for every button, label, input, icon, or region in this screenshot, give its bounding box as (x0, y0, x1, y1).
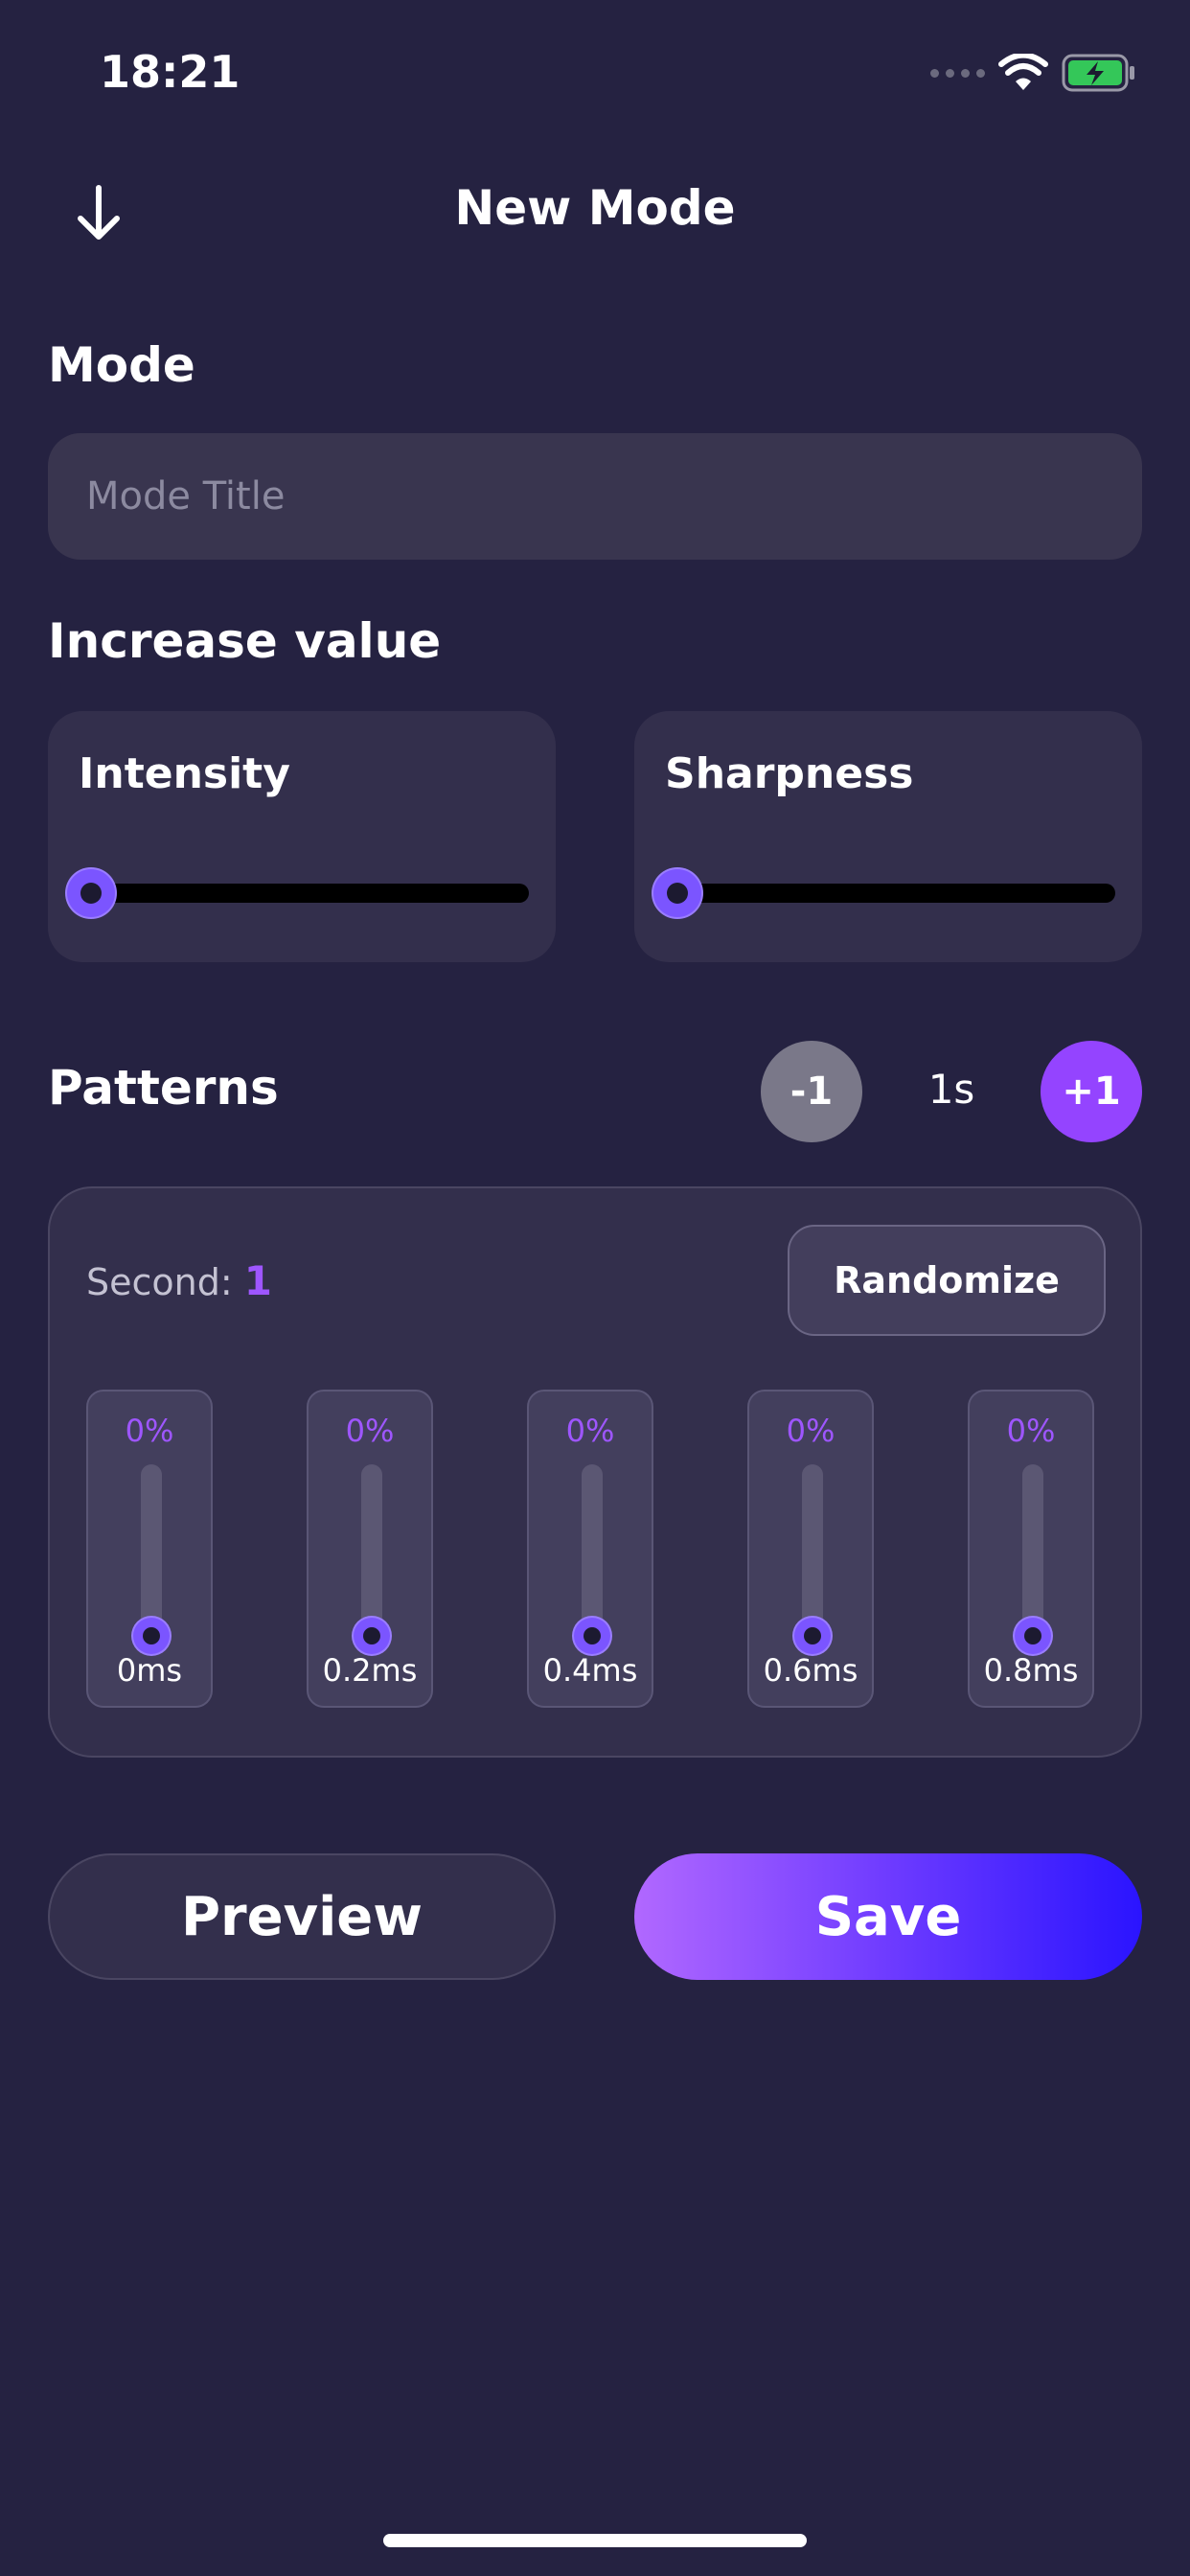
second-indicator: Second: 1 (86, 1257, 272, 1304)
intensity-label: Intensity (79, 749, 290, 798)
pattern-slider-knob[interactable] (133, 1618, 170, 1654)
sharpness-label: Sharpness (665, 749, 914, 798)
pattern-slider-track[interactable] (802, 1464, 823, 1637)
pattern-column[interactable]: 0% 0ms (86, 1390, 213, 1708)
intensity-card: Intensity (48, 711, 556, 962)
save-button[interactable]: Save (634, 1853, 1142, 1980)
pattern-slider-knob[interactable] (354, 1618, 390, 1654)
mode-title-input[interactable] (48, 433, 1142, 560)
pattern-slider-track[interactable] (361, 1464, 382, 1637)
battery-charging-icon (1062, 54, 1134, 92)
pattern-card: Second: 1 Randomize 0% 0ms 0% 0.2ms 0% 0… (48, 1186, 1142, 1758)
pattern-percent: 0% (565, 1413, 615, 1449)
randomize-button[interactable]: Randomize (788, 1225, 1106, 1336)
pattern-time: 0ms (116, 1652, 183, 1689)
pattern-slider-knob[interactable] (1015, 1618, 1051, 1654)
preview-button[interactable]: Preview (48, 1853, 556, 1980)
intensity-slider-track[interactable] (67, 869, 529, 917)
pattern-column[interactable]: 0% 0.8ms (968, 1390, 1094, 1708)
home-indicator[interactable] (383, 2534, 807, 2547)
decrease-duration-button[interactable]: -1 (761, 1041, 862, 1142)
sharpness-slider-track[interactable] (653, 869, 1115, 917)
pattern-column[interactable]: 0% 0.4ms (527, 1390, 653, 1708)
pattern-column[interactable]: 0% 0.2ms (307, 1390, 433, 1708)
patterns-label: Patterns (48, 1060, 279, 1116)
increase-duration-button[interactable]: +1 (1041, 1041, 1142, 1142)
sharpness-card: Sharpness (634, 711, 1142, 962)
second-label: Second: (86, 1261, 233, 1303)
pattern-time: 0.2ms (322, 1652, 418, 1689)
signal-dots-icon (930, 68, 985, 78)
pattern-slider-track[interactable] (582, 1464, 603, 1637)
pattern-slider-track[interactable] (141, 1464, 162, 1637)
pattern-time: 0.6ms (763, 1652, 858, 1689)
pattern-percent: 0% (1006, 1413, 1056, 1449)
sharpness-slider-knob[interactable] (653, 869, 701, 917)
increase-value-label: Increase value (48, 613, 442, 669)
pattern-time: 0.4ms (542, 1652, 638, 1689)
page-title: New Mode (454, 180, 736, 236)
pattern-slider-knob[interactable] (574, 1618, 610, 1654)
pattern-slider-track[interactable] (1022, 1464, 1043, 1637)
pattern-time: 0.8ms (983, 1652, 1079, 1689)
pattern-percent: 0% (125, 1413, 174, 1449)
wifi-icon (998, 54, 1048, 90)
pattern-column[interactable]: 0% 0.6ms (747, 1390, 874, 1708)
duration-value: 1s (927, 1066, 975, 1113)
status-time: 18:21 (100, 46, 240, 98)
pattern-percent: 0% (786, 1413, 835, 1449)
second-value: 1 (243, 1257, 272, 1304)
intensity-slider-knob[interactable] (67, 869, 115, 917)
status-icons (930, 54, 1136, 92)
mode-label: Mode (48, 337, 195, 393)
pattern-percent: 0% (345, 1413, 395, 1449)
pattern-slider-knob[interactable] (794, 1618, 831, 1654)
